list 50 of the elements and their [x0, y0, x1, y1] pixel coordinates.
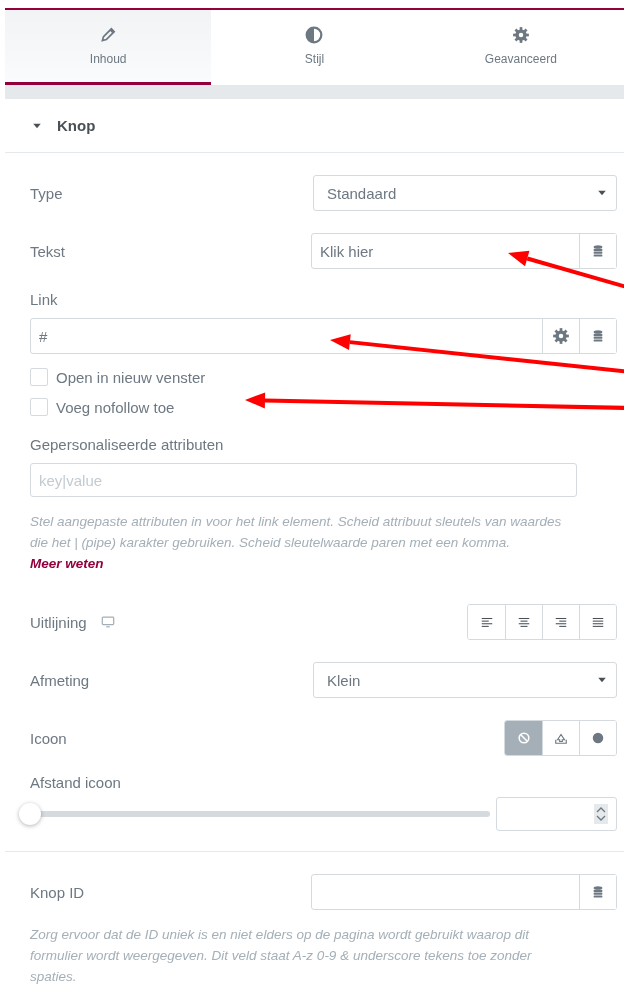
database-icon	[591, 329, 605, 343]
button-group[interactable]	[504, 720, 617, 756]
contrast-icon	[305, 26, 324, 44]
checkbox[interactable]	[30, 368, 48, 386]
field-label: Uitlijning	[30, 613, 87, 631]
field-label: Tekst	[30, 242, 65, 260]
dropdown[interactable]: Standaard	[313, 175, 617, 211]
settings-icon	[552, 327, 570, 345]
circle-icon	[591, 731, 605, 745]
checkbox-label: Voeg nofollow toe	[56, 398, 175, 416]
help-text: Zorg ervoor dat de ID uniek is en niet elders op de pagina wordt gebruikt waarop dit formulier wordt weergegeven. Dit veld staat A-z 0-9 & underscore tekens toe zonder spaties.	[30, 926, 533, 986]
field-label: Type	[30, 184, 63, 202]
dynamic-button[interactable]	[579, 319, 616, 353]
dropdown[interactable]: Klein	[313, 662, 617, 698]
field-label: Link	[30, 291, 59, 308]
checkbox-label: Open in nieuw venster	[56, 368, 206, 386]
spinner-icon	[594, 804, 608, 824]
help-text: Stel aangepaste attributen in voor het link element. Scheid attribuut sleutels van waardes die het | (pipe) karakter gebruiken. Scheid sleutelwaarde paren met een komma. Meer weten	[30, 513, 563, 573]
align-right-icon	[554, 615, 568, 629]
input-group[interactable]: #	[30, 318, 617, 354]
align-left-icon	[479, 615, 494, 629]
gear-icon	[511, 26, 530, 44]
choice-button[interactable]	[579, 721, 616, 755]
field-label: Afstand icoon	[30, 774, 122, 791]
number-field[interactable]	[496, 797, 617, 831]
pencil-icon	[99, 26, 118, 44]
text-field[interactable]: key|value	[30, 463, 577, 497]
input-group[interactable]: Klik hier	[311, 233, 617, 269]
dynamic-button[interactable]	[579, 234, 616, 268]
slider-handle[interactable]	[19, 803, 41, 825]
field-label: Icoon	[30, 729, 67, 747]
dynamic-button[interactable]	[579, 875, 616, 909]
database-icon	[591, 244, 605, 258]
field-label: Afmeting	[30, 671, 90, 689]
field-label: Gepersonaliseerde attributen	[30, 436, 225, 453]
checkbox[interactable]	[30, 398, 48, 416]
upload-icon	[554, 731, 568, 745]
button-group[interactable]	[467, 604, 617, 640]
align-center-icon	[517, 615, 531, 629]
text-field[interactable]: Klik hier	[312, 234, 579, 268]
field-label: Knop ID	[30, 883, 85, 901]
choice-button[interactable]	[579, 605, 616, 639]
url-field[interactable]: #	[31, 319, 542, 353]
align-justify-icon	[591, 615, 605, 629]
link[interactable]: Meer weten	[30, 556, 104, 571]
input-group[interactable]	[311, 874, 617, 910]
database-icon	[591, 885, 605, 899]
none-icon	[516, 731, 531, 745]
panel-tab[interactable]: Inhoud	[5, 10, 212, 85]
choice-button[interactable]	[505, 721, 542, 755]
